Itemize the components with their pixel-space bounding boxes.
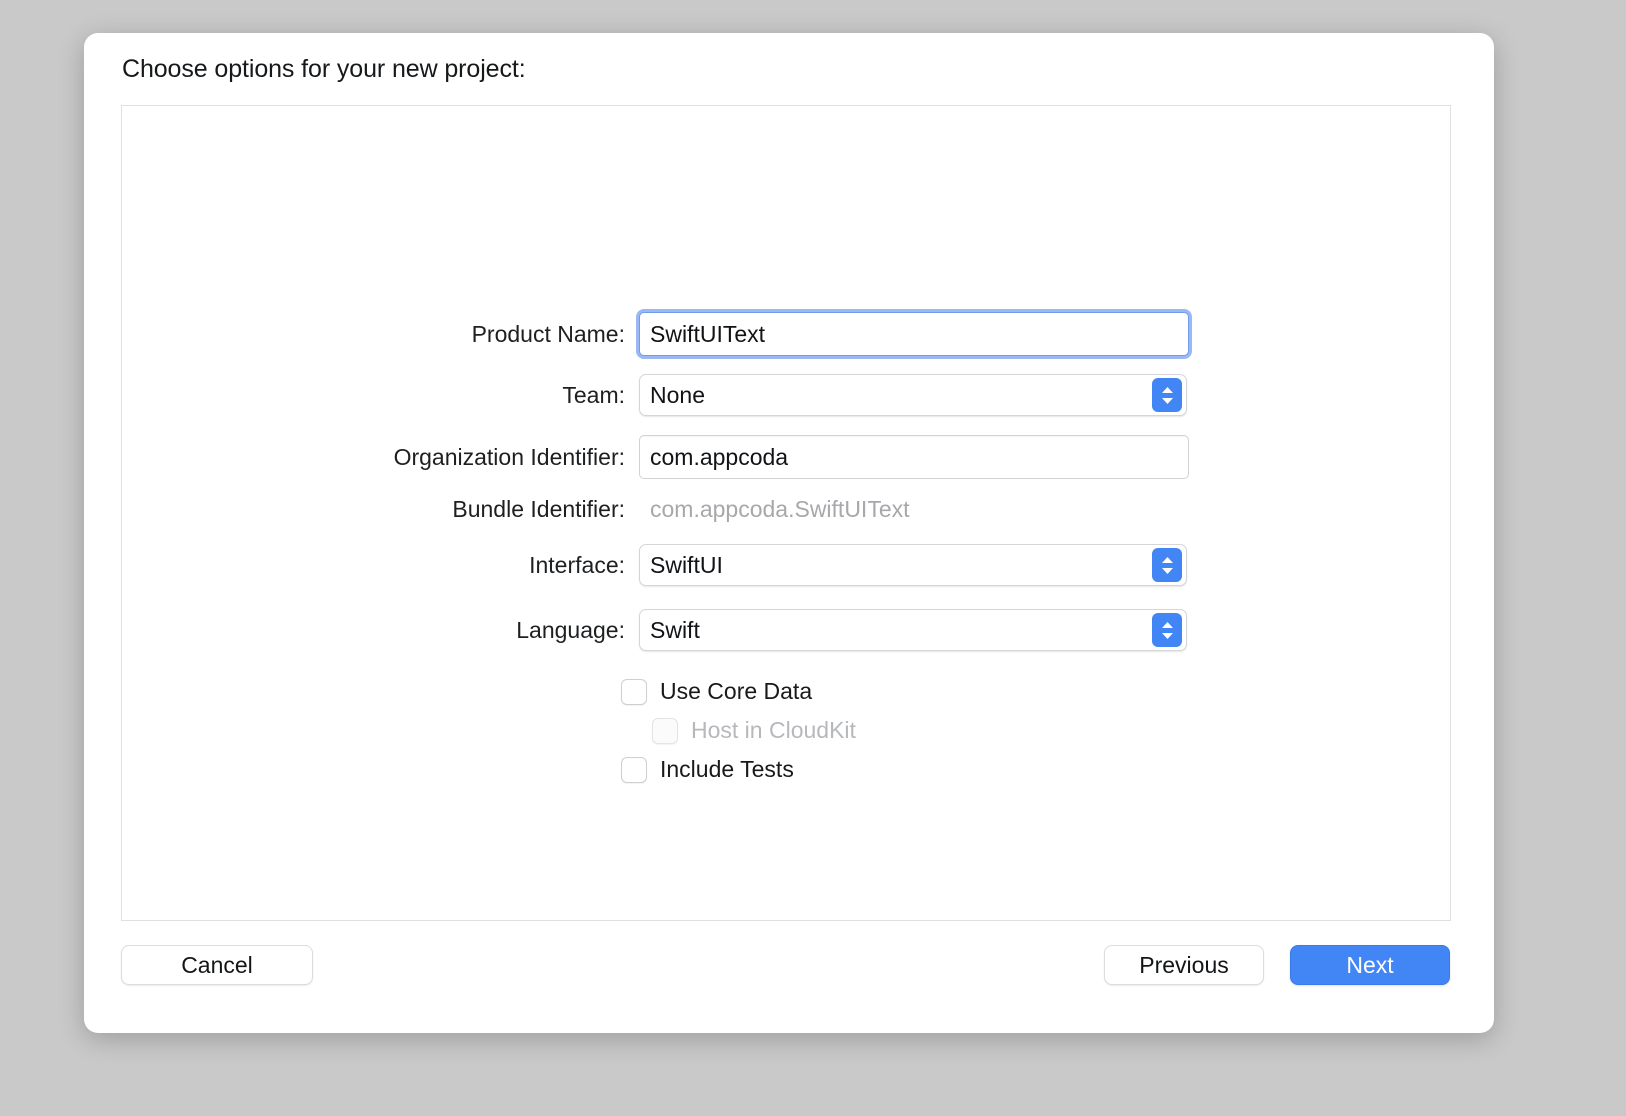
use-core-data-label: Use Core Data — [660, 678, 812, 705]
organization-identifier-label: Organization Identifier: — [122, 444, 639, 471]
form-row-product-name: Product Name: SwiftUIText — [122, 311, 1450, 357]
use-core-data-checkbox[interactable] — [621, 679, 647, 705]
page-title: Choose options for your new project: — [122, 55, 526, 84]
organization-identifier-value: com.appcoda — [650, 444, 788, 471]
include-tests-checkbox[interactable] — [621, 757, 647, 783]
form-row-team: Team: None — [122, 372, 1450, 418]
new-project-options-dialog: Choose options for your new project: Pro… — [84, 33, 1494, 1033]
include-tests-label: Include Tests — [660, 756, 794, 783]
team-select[interactable]: None — [639, 374, 1187, 416]
chevron-up-down-icon[interactable] — [1152, 378, 1182, 412]
interface-label: Interface: — [122, 552, 639, 579]
language-label: Language: — [122, 617, 639, 644]
language-select[interactable]: Swift — [639, 609, 1187, 651]
product-name-value: SwiftUIText — [650, 321, 765, 348]
form-row-organization-identifier: Organization Identifier: com.appcoda — [122, 434, 1450, 480]
organization-identifier-input[interactable]: com.appcoda — [639, 435, 1189, 479]
team-value: None — [650, 382, 705, 409]
checkbox-row-include-tests[interactable]: Include Tests — [621, 756, 794, 783]
next-button[interactable]: Next — [1290, 945, 1450, 985]
chevron-up-down-icon[interactable] — [1152, 548, 1182, 582]
product-name-label: Product Name: — [122, 321, 639, 348]
host-in-cloudkit-label: Host in CloudKit — [691, 717, 856, 744]
product-name-input[interactable]: SwiftUIText — [639, 312, 1189, 356]
form-row-language: Language: Swift — [122, 607, 1450, 653]
form-row-interface: Interface: SwiftUI — [122, 542, 1450, 588]
form-row-bundle-identifier: Bundle Identifier: com.appcoda.SwiftUITe… — [122, 486, 1450, 532]
bundle-identifier-value: com.appcoda.SwiftUIText — [639, 496, 910, 523]
options-panel: Product Name: SwiftUIText Team: None — [121, 105, 1451, 921]
team-label: Team: — [122, 382, 639, 409]
interface-select[interactable]: SwiftUI — [639, 544, 1187, 586]
interface-value: SwiftUI — [650, 552, 723, 579]
language-value: Swift — [650, 617, 700, 644]
previous-button[interactable]: Previous — [1104, 945, 1264, 985]
checkbox-row-host-in-cloudkit: Host in CloudKit — [652, 717, 856, 744]
checkbox-row-use-core-data[interactable]: Use Core Data — [621, 678, 812, 705]
cancel-button[interactable]: Cancel — [121, 945, 313, 985]
chevron-up-down-icon[interactable] — [1152, 613, 1182, 647]
bundle-identifier-label: Bundle Identifier: — [122, 496, 639, 523]
host-in-cloudkit-checkbox — [652, 718, 678, 744]
